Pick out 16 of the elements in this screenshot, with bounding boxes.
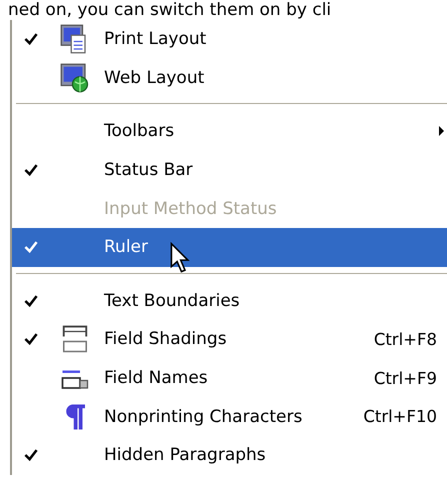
submenu-arrow-icon <box>439 126 445 136</box>
menu-item[interactable]: Status Bar <box>12 150 447 190</box>
menu-item[interactable]: Field Shadings Ctrl+F8 <box>12 320 447 359</box>
shortcut-text: Ctrl+F8 <box>374 330 437 349</box>
menu-item[interactable]: Web Layout <box>12 58 447 98</box>
shortcut-text: Ctrl+F9 <box>374 368 437 388</box>
menu-item[interactable]: Field Names Ctrl+F9 <box>12 358 447 398</box>
menu-item[interactable]: Print Layout <box>12 20 447 59</box>
field-shadings-icon <box>60 324 90 354</box>
shortcut-text: Ctrl+F10 <box>363 407 437 426</box>
menu-item[interactable]: Hidden Paragraphs <box>12 436 447 475</box>
menu-item[interactable]: Nonprinting Characters Ctrl+F10 <box>12 397 447 436</box>
page-text: ned on, you can switch them on by cli <box>8 0 332 20</box>
menu-item[interactable]: Text Boundaries <box>12 282 447 320</box>
monitor-globe-icon <box>60 62 90 93</box>
menu-item[interactable]: Toolbars <box>12 112 447 151</box>
